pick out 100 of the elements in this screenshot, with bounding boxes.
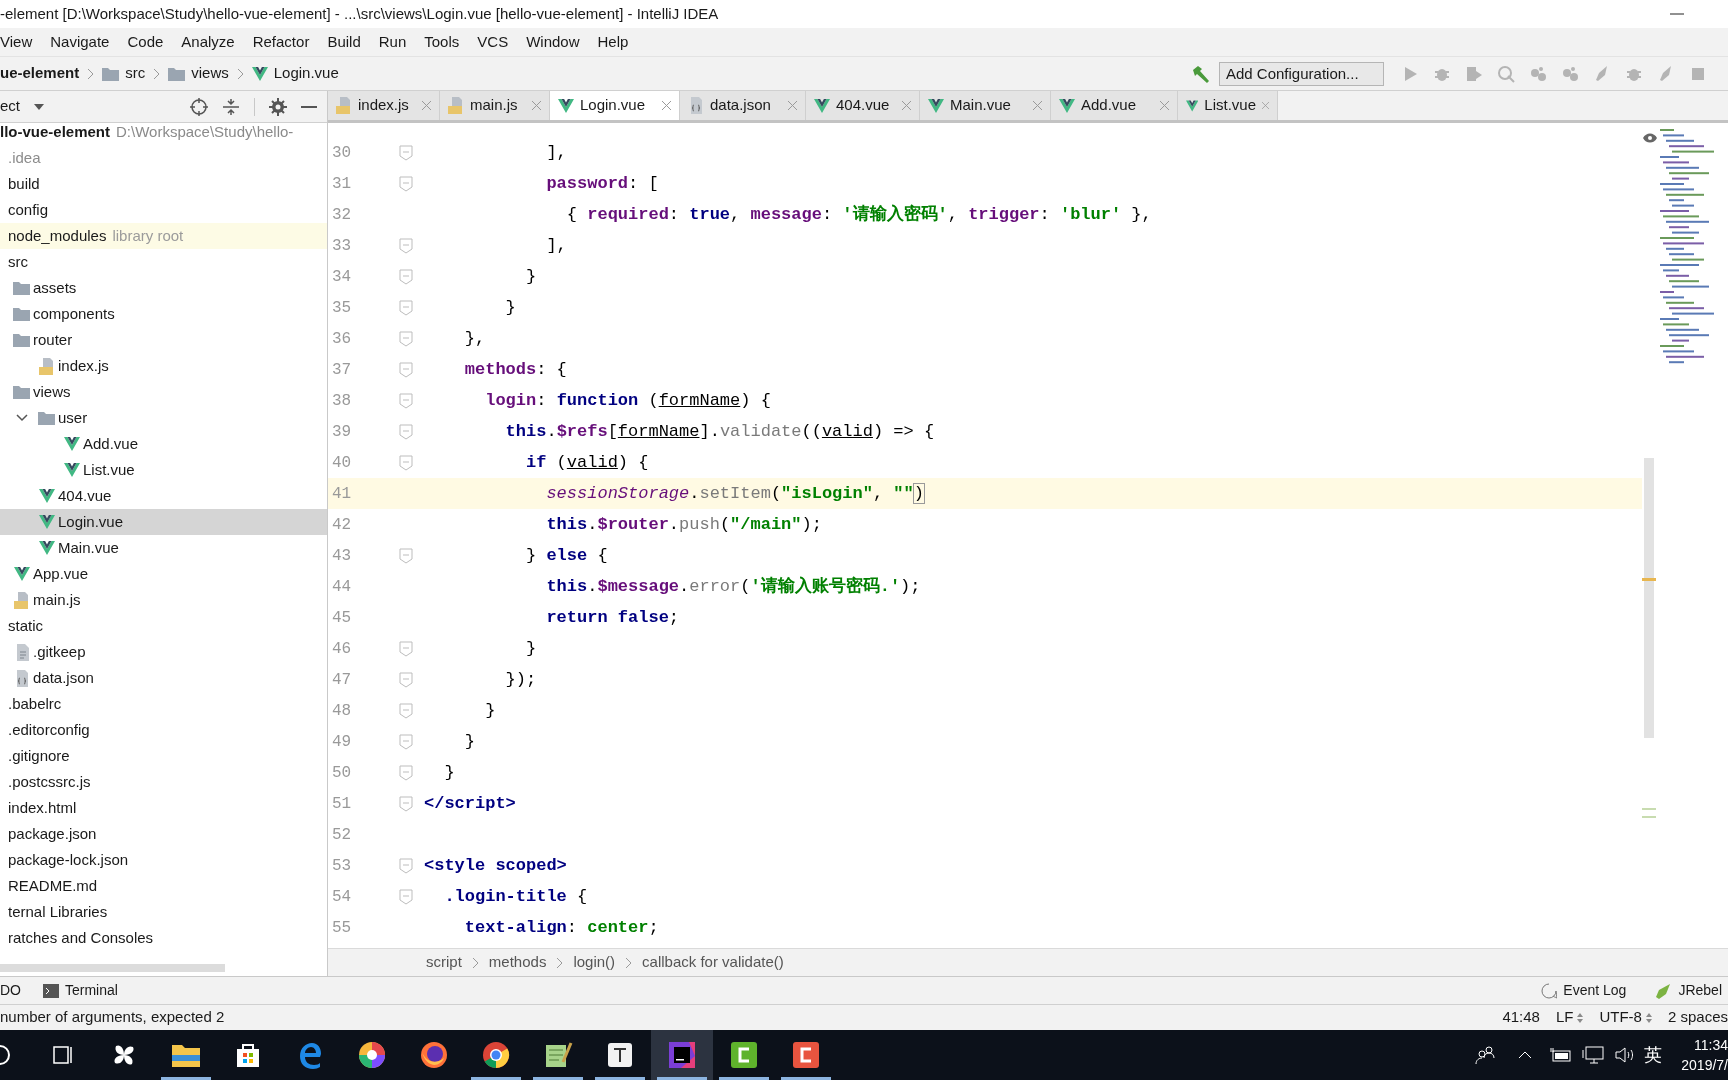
file-encoding[interactable]: UTF-8 xyxy=(1599,1006,1642,1029)
task-view-icon[interactable] xyxy=(51,1044,73,1066)
taskbar-app[interactable] xyxy=(651,1030,713,1080)
letter-block-icon[interactable] xyxy=(606,1041,634,1069)
fold-marker-icon[interactable] xyxy=(399,764,413,781)
menu-item[interactable]: Analyze xyxy=(181,30,235,54)
line-separator[interactable]: LF xyxy=(1555,1006,1574,1029)
tree-item[interactable]: router xyxy=(0,327,327,353)
tree-item[interactable]: build xyxy=(0,171,327,197)
tool-window-tab[interactable]: JRebel xyxy=(1678,980,1722,1001)
panel-title[interactable]: ect xyxy=(0,95,20,118)
tree-item[interactable]: main.js xyxy=(0,587,327,613)
swirl-icon[interactable] xyxy=(357,1040,387,1070)
tree-item[interactable]: src xyxy=(0,249,327,275)
fold-marker-icon[interactable] xyxy=(399,702,413,719)
fold-marker-icon[interactable] xyxy=(399,361,413,378)
tree-item[interactable]: package.json xyxy=(0,821,327,847)
tree-item[interactable]: index.html xyxy=(0,795,327,821)
tree-item[interactable]: List.vue xyxy=(0,457,327,483)
minimize-panel-icon[interactable] xyxy=(301,104,317,109)
folder-icon[interactable] xyxy=(171,1042,201,1068)
editor-tab[interactable]: Login.vue xyxy=(550,91,680,120)
people-icon[interactable] xyxy=(1474,1045,1496,1065)
close-icon[interactable] xyxy=(1033,101,1042,110)
settings-icon[interactable] xyxy=(269,97,287,116)
tool-window-tab[interactable]: Event Log xyxy=(1563,980,1627,1001)
collapse-icon[interactable] xyxy=(222,97,240,116)
code-crumb[interactable]: login() xyxy=(573,951,616,974)
tree-item[interactable]: node_modules library root xyxy=(0,223,327,249)
menu-item[interactable]: Run xyxy=(378,30,407,54)
tree-item[interactable]: static xyxy=(0,613,327,639)
close-icon[interactable] xyxy=(532,101,541,110)
menu-item[interactable]: Refactor xyxy=(252,30,310,54)
fold-marker-icon[interactable] xyxy=(399,857,413,874)
fold-marker-icon[interactable] xyxy=(399,144,413,161)
tree-item[interactable]: components xyxy=(0,301,327,327)
fold-marker-icon[interactable] xyxy=(399,237,413,254)
fold-marker-icon[interactable] xyxy=(399,268,413,285)
tree-item[interactable]: .editorconfig xyxy=(0,717,327,743)
speaker-icon[interactable] xyxy=(1614,1046,1634,1064)
tree-item[interactable]: .babelrc xyxy=(0,691,327,717)
tree-item[interactable]: 404.vue xyxy=(0,483,327,509)
editor-tab[interactable]: index.js xyxy=(328,91,440,120)
editor-tab[interactable]: Main.vue xyxy=(920,91,1051,120)
horizontal-scrollbar[interactable] xyxy=(0,964,225,972)
scrollbar-thumb[interactable] xyxy=(1644,458,1654,738)
code-crumb[interactable]: callback for validate() xyxy=(642,951,784,974)
indent-setting[interactable]: 2 spaces xyxy=(1667,1006,1728,1029)
tree-item[interactable]: Add.vue xyxy=(0,431,327,457)
caret-position[interactable]: 41:48 xyxy=(1502,1006,1540,1029)
tree-item[interactable]: package-lock.json xyxy=(0,847,327,873)
menu-item[interactable]: Tools xyxy=(424,30,460,54)
tree-item[interactable]: README.md xyxy=(0,873,327,899)
tree-item[interactable]: index.js xyxy=(0,353,327,379)
fold-marker-icon[interactable] xyxy=(399,330,413,347)
fold-marker-icon[interactable] xyxy=(399,888,413,905)
editor-tab[interactable]: List.vue xyxy=(1178,91,1278,120)
editor-tab[interactable]: 404.vue xyxy=(806,91,920,120)
tree-item[interactable]: config xyxy=(0,197,327,223)
code-crumb[interactable]: script xyxy=(426,951,462,974)
fold-marker-icon[interactable] xyxy=(399,547,413,564)
square-logo-icon[interactable] xyxy=(667,1040,697,1070)
clock-time[interactable]: 11:34 xyxy=(1694,1035,1728,1055)
tree-item[interactable]: .postcssrc.js xyxy=(0,769,327,795)
menu-item[interactable]: View xyxy=(0,30,33,54)
project-root-label[interactable]: llo-vue-element xyxy=(0,123,111,144)
tree-item[interactable]: user xyxy=(0,405,327,431)
notepad-icon[interactable] xyxy=(543,1040,573,1070)
tree-item[interactable]: assets xyxy=(0,275,327,301)
tool-window-tab[interactable]: Terminal xyxy=(65,980,118,1001)
menu-item[interactable]: VCS xyxy=(477,30,509,54)
battery-icon[interactable] xyxy=(1550,1048,1572,1062)
fold-marker-icon[interactable] xyxy=(399,795,413,812)
tree-item[interactable]: .idea xyxy=(0,145,327,171)
tree-item[interactable]: ratches and Consoles xyxy=(0,925,327,951)
chevron-up-icon[interactable] xyxy=(1518,1051,1532,1059)
menu-item[interactable]: Build xyxy=(327,30,361,54)
editor-tab[interactable]: data.json xyxy=(680,91,806,120)
menu-item[interactable]: Code xyxy=(127,30,164,54)
eye-icon[interactable] xyxy=(1643,133,1657,143)
fold-marker-icon[interactable] xyxy=(399,671,413,688)
tree-item[interactable]: App.vue xyxy=(0,561,327,587)
fold-marker-icon[interactable] xyxy=(399,175,413,192)
editor-tab[interactable]: main.js xyxy=(440,91,550,120)
menu-item[interactable]: Navigate xyxy=(50,30,110,54)
nav-crumb[interactable]: src xyxy=(125,62,146,85)
input-method[interactable]: 英 xyxy=(1644,1041,1662,1069)
hammer-icon[interactable] xyxy=(1191,63,1211,84)
nav-crumb[interactable]: ue-element xyxy=(0,62,80,85)
fold-marker-icon[interactable] xyxy=(399,454,413,471)
close-icon[interactable] xyxy=(1262,101,1269,110)
clock-date[interactable]: 2019/7/ xyxy=(1681,1055,1728,1075)
caret-down-icon[interactable] xyxy=(34,103,44,110)
crosshair-icon[interactable] xyxy=(190,97,208,116)
close-icon[interactable] xyxy=(902,101,911,110)
menu-item[interactable]: Help xyxy=(597,30,629,54)
circle-logo-icon[interactable] xyxy=(482,1041,510,1069)
tree-item[interactable]: views xyxy=(0,379,327,405)
fold-marker-icon[interactable] xyxy=(399,392,413,409)
code-crumb[interactable]: methods xyxy=(488,951,547,974)
